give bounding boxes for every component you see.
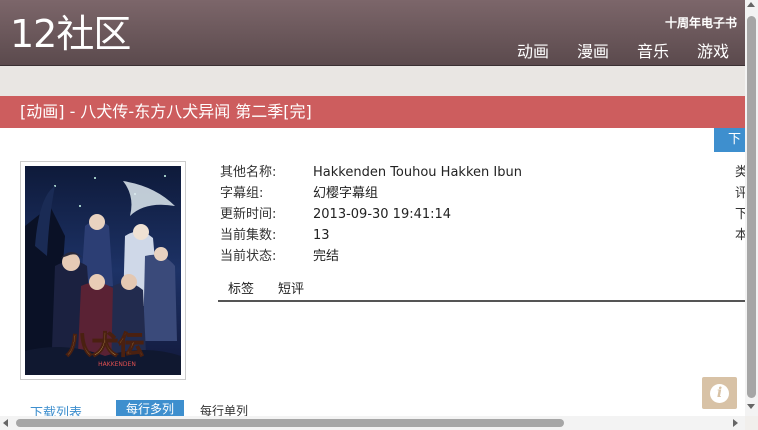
scroll-down-icon[interactable] <box>747 404 755 409</box>
header-spacer <box>0 66 745 96</box>
info-label: 当前状态: <box>220 249 277 264</box>
detail-tabs: 标签 短评 <box>218 281 745 302</box>
vertical-scroll-thumb[interactable] <box>747 16 756 398</box>
vertical-scrollbar[interactable] <box>745 0 758 416</box>
site-header: 12社区 十周年电子书 动画 漫画 音乐 游戏 <box>0 0 745 66</box>
info-row-subgroup: 字幕组: 幻樱字幕组 评 <box>220 183 745 204</box>
info-row-alt-name: 其他名称: Hakkenden Touhou Hakken Ibun 类 <box>220 162 745 183</box>
info-right-label: 类 <box>735 165 745 180</box>
poster-image[interactable]: 八犬伝 HAKKENDEN <box>20 161 186 380</box>
page-title-bar: [动画] - 八犬传-东方八犬异闻 第二季[完] <box>0 96 745 128</box>
info-value: 13 <box>313 228 330 243</box>
poster-title: 八犬伝 <box>66 331 144 361</box>
nav-item-anime[interactable]: 动画 <box>517 38 549 62</box>
nav-item-music[interactable]: 音乐 <box>637 38 669 62</box>
info-value[interactable]: 幻樱字幕组 <box>313 183 378 204</box>
scroll-up-icon[interactable] <box>747 2 755 7</box>
info-row-updated: 更新时间: 2013-09-30 19:41:14 下 <box>220 204 745 225</box>
info-button[interactable]: i <box>702 377 737 409</box>
ebook-link[interactable]: 十周年电子书 <box>665 14 737 31</box>
poster-artwork: 八犬伝 HAKKENDEN <box>25 166 181 375</box>
content-panel: 下 八犬伝 HAKKENDEN 其他名称: Hakkenden Touhou H… <box>0 128 745 421</box>
info-value: 2013-09-30 19:41:14 <box>313 207 452 222</box>
info-table: 其他名称: Hakkenden Touhou Hakken Ibun 类 字幕组… <box>220 162 745 267</box>
site-logo[interactable]: 12社区 <box>10 14 131 54</box>
scroll-left-icon[interactable] <box>3 419 8 427</box>
info-label: 当前集数: <box>220 228 277 243</box>
info-row-status: 当前状态: 完结 <box>220 246 745 267</box>
tab-tags[interactable]: 标签 <box>228 281 254 299</box>
download-button[interactable]: 下 <box>714 128 745 152</box>
info-row-episodes: 当前集数: 13 本 <box>220 225 745 246</box>
scroll-right-icon[interactable] <box>733 419 738 427</box>
info-icon: i <box>710 384 729 403</box>
info-label: 更新时间: <box>220 207 277 222</box>
nav-item-manga[interactable]: 漫画 <box>577 38 609 62</box>
main-nav: 动画 漫画 音乐 游戏 <box>517 38 729 62</box>
info-value: 完结 <box>313 249 340 264</box>
horizontal-scroll-thumb[interactable] <box>16 419 564 427</box>
info-right-label: 下 <box>735 207 745 222</box>
info-value: Hakkenden Touhou Hakken Ibun <box>313 165 522 180</box>
info-label: 其他名称: <box>220 165 277 180</box>
info-right-label: 评 <box>735 186 745 201</box>
nav-item-games[interactable]: 游戏 <box>697 38 729 62</box>
page-title: [动画] - 八犬传-东方八犬异闻 第二季[完] <box>20 102 312 121</box>
poster-subtitle: HAKKENDEN <box>98 361 136 368</box>
info-label: 字幕组: <box>220 186 264 201</box>
horizontal-scrollbar[interactable] <box>0 416 745 430</box>
tab-reviews[interactable]: 短评 <box>278 281 304 299</box>
info-right-label: 本 <box>735 228 745 243</box>
